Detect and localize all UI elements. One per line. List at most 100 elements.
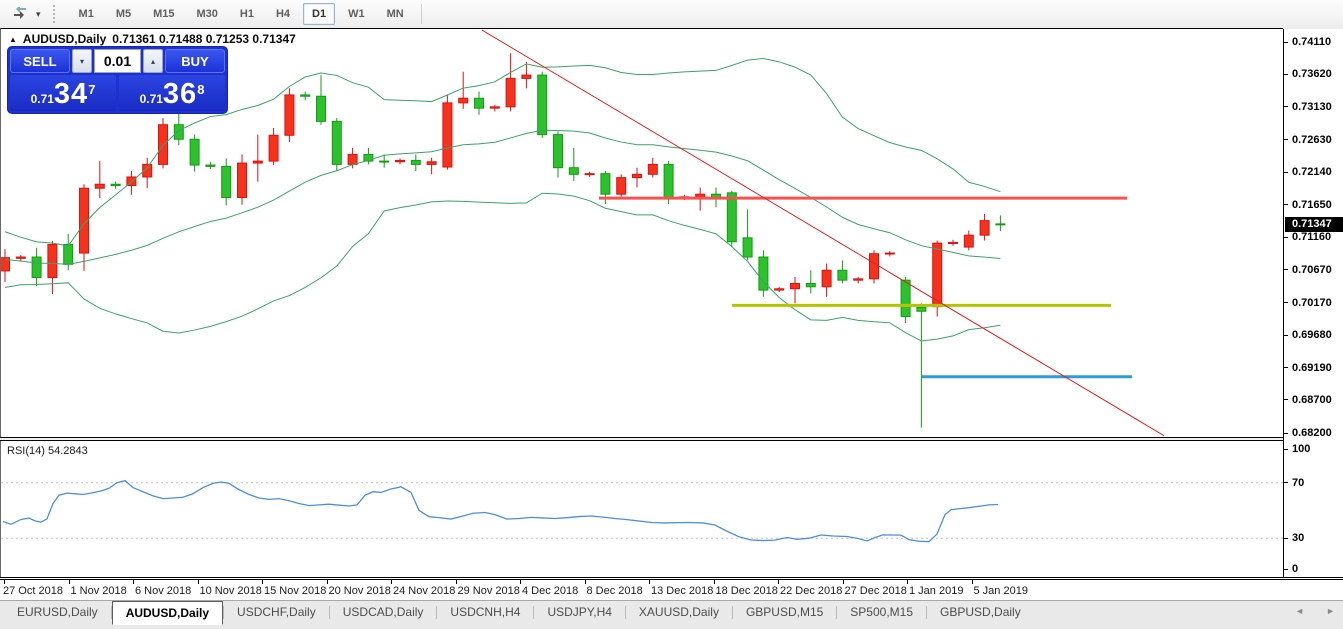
date-label: 8 Dec 2018 <box>587 585 643 597</box>
price-axis[interactable]: 0.741100.736200.731300.726300.721400.716… <box>1283 29 1343 577</box>
one-click-collapse-icon[interactable]: ▲ <box>9 35 17 44</box>
price-tick <box>1284 237 1288 238</box>
date-label: 29 Nov 2018 <box>458 585 520 597</box>
price-tick <box>1284 335 1288 336</box>
lot-increase-button[interactable]: ▴ <box>143 49 163 73</box>
toolbar: ▾ M1M5M15M30H1H4D1W1MN <box>0 0 1343 28</box>
timeframe-button-mn[interactable]: MN <box>378 3 413 25</box>
timeframe-button-h4[interactable]: H4 <box>267 3 299 25</box>
tab-usdcad-daily[interactable]: USDCAD,Daily <box>330 602 437 623</box>
candle <box>1 249 10 282</box>
chart-title: ▲ AUDUSD,Daily 0.71361 0.71488 0.71253 0… <box>9 32 296 46</box>
candle <box>222 158 231 205</box>
timeframe-button-m1[interactable]: M1 <box>70 3 103 25</box>
lot-decrease-button[interactable]: ▾ <box>72 49 92 73</box>
toolbar-separator <box>421 4 422 24</box>
timeframe-button-m15[interactable]: M15 <box>144 3 183 25</box>
price-axis-label: 0.70170 <box>1292 297 1332 309</box>
candle <box>285 88 294 142</box>
candle <box>506 53 515 111</box>
current-price-tag: 0.71347 <box>1285 217 1343 232</box>
price-tick <box>1284 172 1288 173</box>
date-label: 13 Dec 2018 <box>651 585 713 597</box>
candle <box>317 75 326 125</box>
price-axis-label: 0.73130 <box>1292 101 1332 113</box>
rsi-scale-tick <box>1284 538 1288 539</box>
rsi-scale-label: 100 <box>1292 443 1310 455</box>
price-axis-label: 0.74110 <box>1292 36 1331 48</box>
price-tick <box>1284 106 1288 107</box>
price-axis-label: 0.69680 <box>1292 329 1332 341</box>
price-tick <box>1284 42 1288 43</box>
date-label: 18 Dec 2018 <box>716 585 778 597</box>
timeframe-button-w1[interactable]: W1 <box>339 3 374 25</box>
candle <box>206 162 215 169</box>
date-tick <box>4 580 5 584</box>
date-tick <box>69 580 70 584</box>
candle <box>822 264 831 297</box>
timeframe-button-m30[interactable]: M30 <box>188 3 227 25</box>
chevron-down-icon[interactable]: ▾ <box>32 3 45 25</box>
tab-usdcnh-h4[interactable]: USDCNH,H4 <box>437 602 533 623</box>
date-label: 1 Nov 2018 <box>71 585 127 597</box>
tab-scroll-left-icon[interactable]: ◄ <box>1295 606 1304 616</box>
price-axis-label: 0.68700 <box>1292 394 1332 406</box>
tab-audusd-daily[interactable]: AUDUSD,Daily <box>112 601 223 625</box>
date-tick <box>907 580 908 584</box>
tab-gbpusd-m15[interactable]: GBPUSD,M15 <box>733 602 836 623</box>
rsi-indicator-label: RSI(14) 54.2843 <box>7 445 88 457</box>
date-label: 15 Nov 2018 <box>264 585 326 597</box>
tab-sp500-m15[interactable]: SP500,M15 <box>837 602 926 623</box>
timeframe-button-m5[interactable]: M5 <box>107 3 140 25</box>
candle <box>238 154 247 204</box>
candle <box>980 214 989 240</box>
price-axis-label: 0.72630 <box>1292 134 1332 146</box>
lot-size-input[interactable] <box>94 49 141 73</box>
sell-price-prefix: 0.71 <box>31 92 54 106</box>
tab-scroll-buttons: ◄ ► <box>1295 606 1335 616</box>
date-label: 22 Dec 2018 <box>780 585 842 597</box>
buy-price-display[interactable]: 0.71 36 8 <box>119 75 225 111</box>
date-axis[interactable]: 27 Oct 20181 Nov 20186 Nov 201810 Nov 20… <box>0 580 1343 600</box>
sell-button[interactable]: SELL <box>10 49 70 73</box>
candle <box>396 158 405 164</box>
candle <box>569 148 578 181</box>
date-tick <box>585 580 586 584</box>
price-axis-label: 0.72140 <box>1292 166 1332 178</box>
date-label: 1 Jan 2019 <box>909 585 963 597</box>
tab-eurusd-daily[interactable]: EURUSD,Daily <box>4 602 111 623</box>
chart-ohlc-values: 0.71361 0.71488 0.71253 0.71347 <box>112 32 296 46</box>
candle <box>190 135 199 172</box>
price-tick <box>1284 399 1288 400</box>
candle <box>759 250 768 296</box>
candle <box>964 231 973 251</box>
tab-usdchf-daily[interactable]: USDCHF,Daily <box>224 602 329 623</box>
candle <box>743 209 752 260</box>
candle <box>854 277 863 284</box>
date-tick <box>327 580 328 584</box>
price-axis-label: 0.70670 <box>1292 264 1332 276</box>
tab-xauusd-daily[interactable]: XAUUSD,Daily <box>626 602 732 623</box>
candle <box>585 172 594 177</box>
tab-scroll-right-icon[interactable]: ► <box>1326 606 1335 616</box>
timeframe-button-d1[interactable]: D1 <box>303 3 335 25</box>
candle <box>143 158 152 188</box>
candle <box>554 131 563 177</box>
timeframe-button-group: M1M5M15M30H1H4D1W1MN <box>68 3 415 25</box>
one-click-trading-panel: SELL ▾ ▴ BUY 0.71 34 7 0.71 36 8 <box>8 47 227 113</box>
candle <box>870 250 879 283</box>
buy-button[interactable]: BUY <box>165 49 225 73</box>
date-tick <box>520 580 521 584</box>
tab-gbpusd-daily[interactable]: GBPUSD,Daily <box>927 602 1034 623</box>
arrange-charts-icon[interactable] <box>8 3 32 25</box>
price-axis-label: 0.69190 <box>1292 362 1332 374</box>
candle <box>949 240 958 246</box>
toolbar-drag-handle[interactable] <box>53 5 60 23</box>
sell-price-pipette: 7 <box>88 82 95 97</box>
timeframe-button-h1[interactable]: H1 <box>231 3 263 25</box>
sell-price-display[interactable]: 0.71 34 7 <box>10 75 116 111</box>
candle <box>332 118 341 171</box>
rsi-subwindow[interactable] <box>0 441 1283 577</box>
trendline-object[interactable] <box>482 30 1164 436</box>
tab-usdjpy-h4[interactable]: USDJPY,H4 <box>534 602 624 623</box>
